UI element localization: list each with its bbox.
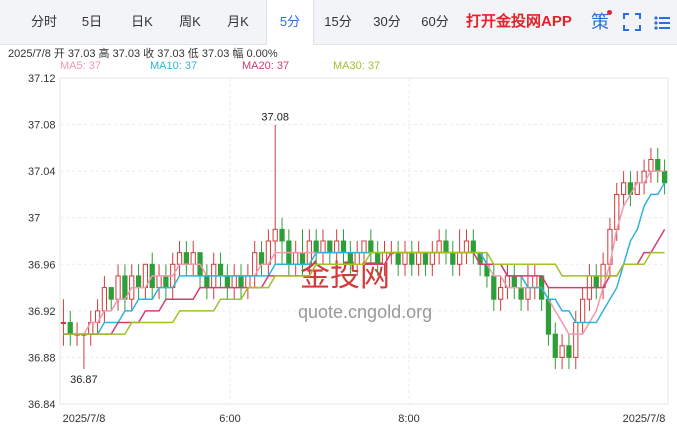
candle-body	[190, 252, 196, 265]
candle-body	[661, 170, 668, 184]
candle-body	[272, 228, 278, 242]
candle-body	[491, 275, 497, 300]
low-price-label: 36.87	[70, 374, 98, 386]
candle-body	[108, 287, 114, 300]
candle-body	[231, 275, 237, 289]
candle-body	[238, 275, 244, 289]
candle-body	[532, 275, 538, 289]
y-tick-label: 37	[28, 213, 40, 225]
y-tick-label: 37.04	[28, 166, 56, 178]
candle-body	[579, 298, 586, 324]
candle-body	[320, 240, 326, 254]
y-tick-label: 36.88	[28, 352, 56, 364]
candle-body	[436, 240, 442, 254]
candle-body	[354, 252, 360, 265]
candle-body	[361, 240, 367, 254]
candle-body	[470, 240, 476, 254]
candle-body	[115, 275, 121, 300]
candle-body	[340, 240, 347, 254]
candle-body	[293, 252, 299, 265]
candle-body	[511, 275, 517, 289]
candle-body	[525, 287, 531, 300]
x-tick-label: 2025/7/8	[63, 413, 106, 425]
candle-body	[163, 275, 169, 289]
candle-body	[176, 252, 183, 265]
candle-body	[648, 159, 654, 172]
candle-body	[375, 252, 381, 265]
candle-body	[498, 287, 504, 300]
candle-body	[204, 275, 210, 289]
candle-body	[347, 252, 353, 265]
candle-body	[224, 275, 230, 289]
high-price-label: 37.08	[261, 112, 289, 124]
y-tick-label: 37.12	[28, 73, 56, 85]
candle-body	[156, 275, 162, 289]
candle-body	[429, 252, 435, 265]
kline-chart[interactable]: 37.1237.0837.043736.9636.9236.8836.84金投网…	[0, 0, 677, 427]
candle-body	[334, 240, 340, 254]
y-tick-label: 37.08	[28, 120, 56, 132]
candle-body	[463, 240, 470, 254]
y-tick-label: 36.84	[28, 399, 56, 411]
candle-body	[552, 333, 558, 358]
y-tick-label: 36.96	[28, 259, 56, 271]
candle-body	[135, 275, 142, 289]
x-tick-label: 2025/7/8	[623, 413, 666, 425]
watermark-url: quote.cngold.org	[298, 302, 432, 322]
candle-body	[67, 322, 73, 335]
candle-body	[368, 240, 374, 254]
candle-body	[402, 252, 408, 265]
candle-body	[217, 263, 224, 277]
candle-body	[655, 159, 661, 172]
candle-body	[258, 252, 265, 265]
candle-body	[416, 252, 422, 265]
candle-body	[245, 275, 251, 289]
candle-body	[573, 322, 579, 358]
candle-body	[620, 182, 627, 195]
candle-body	[518, 287, 524, 300]
candle-body	[183, 252, 189, 265]
candle-body	[545, 298, 552, 335]
candle-body	[395, 252, 401, 265]
candle-body	[299, 252, 306, 265]
candle-body	[101, 287, 108, 312]
candle-body	[422, 252, 429, 265]
candle-body	[457, 252, 463, 265]
x-tick-label: 6:00	[219, 413, 240, 425]
x-tick-label: 8:00	[398, 413, 419, 425]
y-tick-label: 36.92	[28, 306, 56, 318]
candle-body	[313, 240, 319, 254]
candle-body	[559, 345, 565, 358]
candle-body	[409, 252, 415, 265]
candle-body	[279, 228, 285, 242]
candle-body	[450, 252, 456, 265]
candle-body	[443, 240, 449, 254]
candle-body	[566, 345, 572, 358]
candle-body	[60, 322, 67, 324]
candle-body	[593, 275, 599, 289]
candle-body	[327, 240, 333, 254]
